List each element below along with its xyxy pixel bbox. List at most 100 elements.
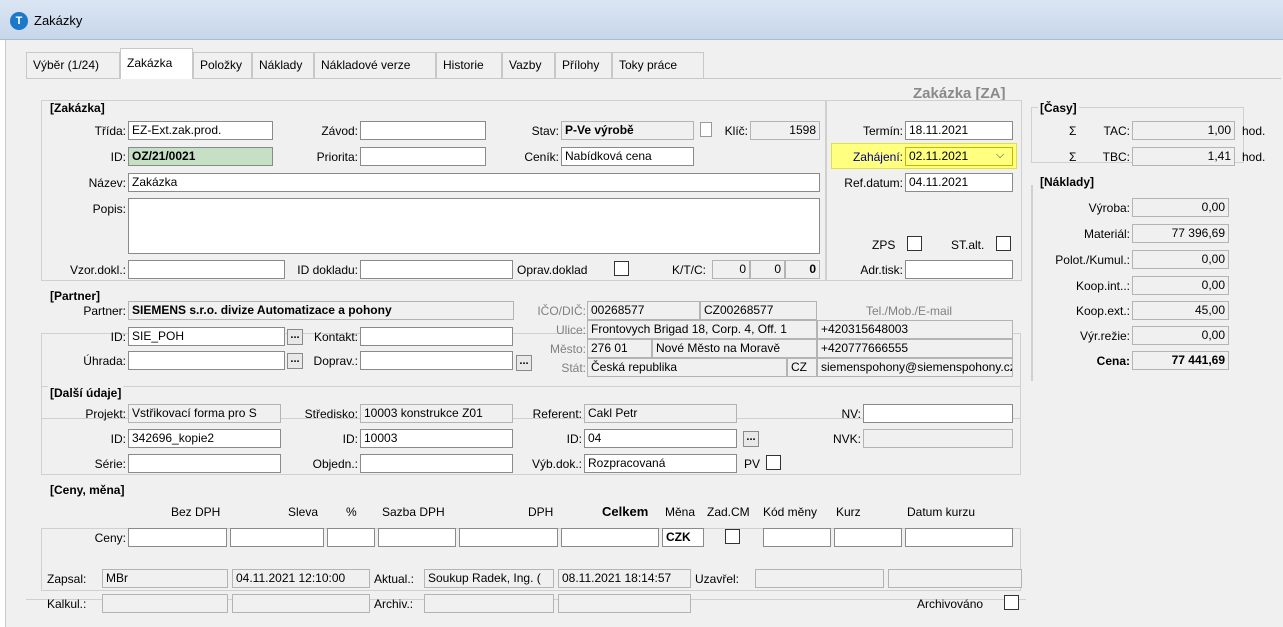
- header-datum: Datum kurzu: [907, 505, 976, 519]
- pv-checkbox[interactable]: [766, 455, 781, 470]
- partner-label: Partner:: [83, 304, 126, 318]
- polot-label: Polot./Kumul.:: [1055, 253, 1130, 267]
- cena-field: 77 441,69: [1132, 351, 1229, 370]
- zavod-field[interactable]: [360, 121, 486, 140]
- id-field[interactable]: OZ/21/0021: [128, 147, 273, 166]
- window-title: Zakázky: [34, 13, 83, 28]
- zapsal-date-field: 04.11.2021 12:10:00: [232, 569, 370, 588]
- group-title-ceny: [Ceny, měna]: [48, 483, 127, 497]
- mesto-label: Město:: [549, 342, 586, 356]
- uhrada-field[interactable]: [128, 351, 285, 370]
- iddokl-field[interactable]: [360, 260, 513, 279]
- dic-field: CZ00268577: [700, 301, 817, 320]
- serie-field[interactable]: [128, 454, 281, 473]
- tab-naklady[interactable]: Náklady: [252, 52, 314, 78]
- nvk-label: NVK:: [832, 432, 861, 446]
- zadcm-checkbox[interactable]: [725, 529, 740, 544]
- partner-lookup-button[interactable]: ...: [287, 329, 303, 345]
- celkem-field[interactable]: [561, 528, 659, 547]
- adrtisk-label: Adr.tisk:: [860, 263, 903, 277]
- adrtisk-field[interactable]: [905, 260, 1013, 279]
- stat-field: Česká republika: [587, 358, 787, 377]
- vzor-field[interactable]: [128, 260, 285, 279]
- cenik-field[interactable]: Nabídková cena: [561, 147, 694, 166]
- referent-id-field[interactable]: 04: [584, 429, 737, 448]
- aktual-field: Soukup Radek, Ing. (: [424, 569, 554, 588]
- tel-label: Tel./Mob./E-mail: [866, 304, 953, 318]
- oprav-checkbox[interactable]: [614, 261, 629, 276]
- stredisko-id-field[interactable]: 10003: [360, 429, 513, 448]
- tac-sigma: Σ: [1069, 124, 1077, 138]
- ceny-label: Ceny:: [94, 531, 126, 545]
- popis-field[interactable]: [128, 198, 820, 254]
- stredisko-label: Středisko:: [304, 407, 358, 421]
- group-title-casy: [Časy]: [1038, 101, 1079, 115]
- email-field: siemenspohony@siemenspohony.cz: [817, 358, 1013, 377]
- kod-field[interactable]: [763, 528, 831, 547]
- tab-polozky[interactable]: Položky: [193, 52, 252, 78]
- klic-field: 1598: [750, 121, 820, 140]
- nv-field[interactable]: [863, 404, 1013, 423]
- tab-vyber[interactable]: Výběr (1/24): [26, 52, 120, 78]
- chevron-down-icon[interactable]: ⌵: [989, 148, 1011, 165]
- material-field: 77 396,69: [1132, 224, 1229, 243]
- dph-field[interactable]: [459, 528, 558, 547]
- sazba-field[interactable]: [378, 528, 456, 547]
- referent-id-label: ID:: [566, 432, 582, 446]
- referent-lookup-button[interactable]: ...: [743, 431, 759, 447]
- projekt-id-label: ID:: [110, 432, 126, 446]
- t-field: 0: [750, 260, 785, 279]
- zps-checkbox[interactable]: [907, 236, 922, 251]
- termin-field[interactable]: 18.11.2021: [905, 121, 1013, 140]
- material-label: Materiál:: [1083, 227, 1130, 241]
- refdatum-field[interactable]: 04.11.2021: [905, 173, 1013, 192]
- kurz-field[interactable]: [834, 528, 902, 547]
- priorita-field[interactable]: [360, 147, 486, 166]
- tab-toky-prace[interactable]: Toky práce: [612, 52, 704, 78]
- vyr-rezie-label: Výr.režie:: [1079, 329, 1130, 343]
- mena-field[interactable]: CZK: [662, 528, 704, 547]
- vybdok-field[interactable]: Rozpracovaná: [584, 454, 737, 473]
- datum-kurzu-field[interactable]: [905, 528, 1013, 547]
- bez-dph-field[interactable]: [128, 528, 227, 547]
- tab-nakladove-verze[interactable]: Nákladové verze: [314, 52, 436, 78]
- document-icon[interactable]: [700, 122, 712, 137]
- projekt-id-field[interactable]: 342696_kopie2: [128, 429, 281, 448]
- uzavrel-date-field: [888, 569, 1022, 588]
- zavod-label: Závod:: [321, 124, 358, 138]
- nvk-field: [863, 429, 1013, 448]
- address-lookup-button[interactable]: ...: [516, 355, 532, 371]
- trida-field[interactable]: EZ-Ext.zak.prod.: [128, 121, 273, 140]
- nv-label: NV:: [841, 407, 861, 421]
- uhrada-label: Úhrada:: [83, 354, 126, 368]
- uhrada-lookup-button[interactable]: ...: [287, 353, 303, 369]
- header-sazba: Sazba DPH: [382, 505, 445, 519]
- group-title-dalsi: [Další údaje]: [48, 386, 124, 400]
- tac-label: TAC:: [1103, 124, 1130, 138]
- iddokl-label: ID dokladu:: [297, 263, 358, 277]
- vybdok-label: Výb.dok.:: [531, 457, 582, 471]
- stalt-checkbox[interactable]: [996, 236, 1011, 251]
- projekt-field: Vstřikovací forma pro S: [128, 404, 281, 423]
- kontakt-label: Kontakt:: [313, 330, 358, 344]
- objedn-field[interactable]: [360, 454, 513, 473]
- pct-field[interactable]: [327, 528, 375, 547]
- sleva-field[interactable]: [230, 528, 324, 547]
- mob-field: +420777666555: [817, 339, 1013, 358]
- zapsal-label: Zapsal:: [47, 572, 87, 586]
- id-label: ID:: [110, 150, 126, 164]
- tab-historie[interactable]: Historie: [436, 52, 502, 78]
- kontakt-field[interactable]: [360, 327, 513, 346]
- partner-id-field[interactable]: SIE_POH: [128, 327, 285, 346]
- main-panel: Výběr (1/24) Zakázka Položky Náklady Nák…: [5, 40, 1283, 627]
- tab-zakazka[interactable]: Zakázka: [120, 48, 193, 79]
- nazev-field[interactable]: Zakázka: [128, 173, 820, 192]
- stat-kod-field: CZ: [787, 358, 817, 377]
- uzavrel-field: [755, 569, 884, 588]
- tab-prilohy[interactable]: Přílohy: [555, 52, 612, 78]
- archiv-field: [424, 594, 554, 613]
- doprav-field[interactable]: [360, 351, 513, 370]
- tab-vazby[interactable]: Vazby: [502, 52, 555, 78]
- tbc-unit: hod.: [1242, 150, 1266, 164]
- archivovano-checkbox[interactable]: [1004, 595, 1019, 610]
